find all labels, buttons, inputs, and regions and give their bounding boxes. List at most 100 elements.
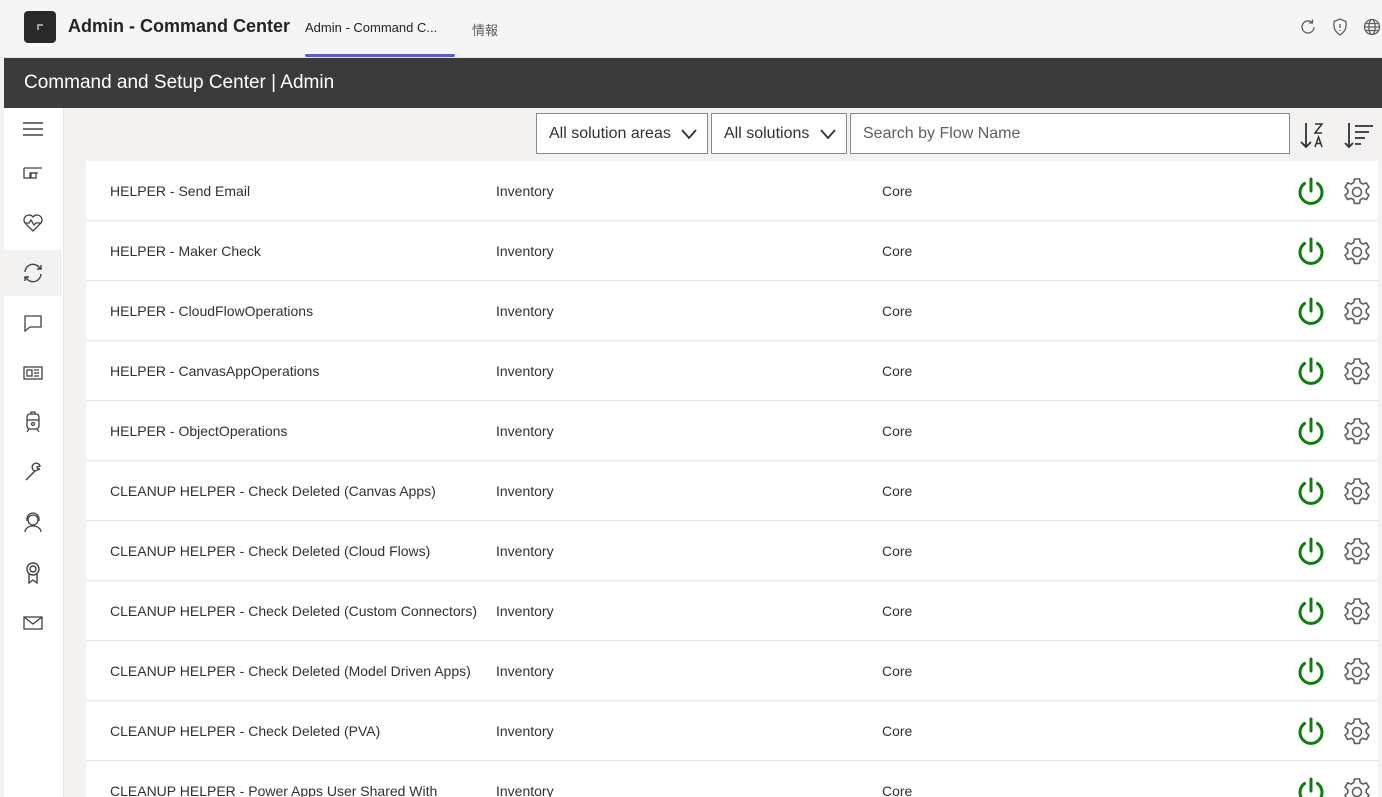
flow-name: CLEANUP HELPER - Check Deleted (Model Dr… [110,663,471,679]
solution-area-dropdown[interactable]: All solution areas [536,113,708,154]
flow-solution: Core [882,783,913,797]
globe-icon[interactable] [1362,17,1382,37]
flow-settings-button[interactable] [1340,295,1374,329]
flow-list: HELPER - Send Email Inventory Core HELPER -… [86,161,1378,797]
mail-icon[interactable] [4,600,62,646]
award-ribbon-icon[interactable] [4,550,62,596]
left-nav [4,108,64,797]
gear-icon [1344,658,1370,685]
flow-settings-button[interactable] [1340,595,1374,629]
tab-command-center[interactable]: Admin - Command C... [305,20,437,35]
flow-solution-area: Inventory [496,423,554,439]
flow-solution-area: Inventory [496,663,554,679]
flow-name: CLEANUP HELPER - Check Deleted (Custom C… [110,603,477,619]
flow-power-button[interactable] [1294,355,1328,389]
flow-solution: Core [882,483,913,499]
flow-power-button[interactable] [1294,415,1328,449]
flow-row: CLEANUP HELPER - Check Deleted (Canvas A… [86,461,1378,521]
flow-row: HELPER - Maker Check Inventory Core [86,221,1378,281]
flow-solution-area: Inventory [496,363,554,379]
flow-power-button[interactable] [1294,775,1328,797]
flow-name: HELPER - CanvasAppOperations [110,363,320,379]
gear-icon [1344,478,1370,505]
flow-settings-button[interactable] [1340,175,1374,209]
flow-solution-area: Inventory [496,603,554,619]
power-icon [1298,357,1324,385]
flow-settings-button[interactable] [1340,775,1374,797]
flow-solution: Core [882,303,913,319]
flow-name: CLEANUP HELPER - Power Apps User Shared … [110,783,438,797]
flow-power-button[interactable] [1294,535,1328,569]
train-icon[interactable] [4,400,62,446]
flow-solution: Core [882,543,913,559]
heart-pulse-icon[interactable] [4,200,62,246]
chevron-down-icon [820,129,836,140]
flow-settings-button[interactable] [1340,715,1374,749]
flow-solution-area: Inventory [496,783,554,797]
page-title: Command and Setup Center | Admin [24,72,335,93]
wrench-icon[interactable] [4,450,62,496]
flow-row: CLEANUP HELPER - Check Deleted (Model Dr… [86,641,1378,701]
solution-area-value: All solution areas [549,124,671,142]
flow-solution-area: Inventory [496,483,554,499]
sync-icon[interactable] [4,250,62,296]
flow-settings-button[interactable] [1340,235,1374,269]
hamburger-menu-icon[interactable] [4,106,62,152]
flow-solution-area: Inventory [496,303,554,319]
flow-settings-button[interactable] [1340,415,1374,449]
flow-power-button[interactable] [1294,295,1328,329]
flow-power-button[interactable] [1294,595,1328,629]
solution-dropdown[interactable]: All solutions [711,113,847,154]
power-icon [1298,777,1324,797]
power-icon [1298,237,1324,265]
chat-icon[interactable] [4,300,62,346]
support-agent-icon[interactable] [4,500,62,546]
flow-power-button[interactable] [1294,175,1328,209]
refresh-icon[interactable] [1298,17,1318,37]
flow-name: HELPER - ObjectOperations [110,423,288,439]
flow-solution-area: Inventory [496,723,554,739]
flow-name: HELPER - Send Email [110,183,251,199]
flow-solution-area: Inventory [496,243,554,259]
gear-icon [1344,298,1370,325]
gear-icon [1344,178,1370,205]
flow-row: HELPER - CanvasAppOperations Inventory Cor… [86,341,1378,401]
power-icon [1298,417,1324,445]
tab-info[interactable]: 情報 [472,20,498,39]
active-tab-indicator [305,54,455,57]
flow-settings-button[interactable] [1340,475,1374,509]
flow-name: HELPER - Maker Check [110,243,261,259]
flow-power-button[interactable] [1294,655,1328,689]
shield-icon[interactable] [1330,17,1350,37]
app-header: Admin - Command Center Admin - Command C… [0,0,1382,58]
flow-row: CLEANUP HELPER - Check Deleted (Cloud Fl… [86,521,1378,581]
flow-settings-button[interactable] [1340,355,1374,389]
flow-name: CLEANUP HELPER - Check Deleted (Canvas A… [110,483,436,499]
flow-power-button[interactable] [1294,235,1328,269]
news-icon[interactable] [4,350,62,396]
flow-name: CLEANUP HELPER - Check Deleted (Cloud Fl… [110,543,431,559]
power-icon [1298,177,1324,205]
flow-row: CLEANUP HELPER - Power Apps User Shared … [86,761,1378,797]
flow-row: HELPER - ObjectOperations Inventory Core [86,401,1378,461]
flow-search-input[interactable] [850,113,1290,154]
flow-settings-button[interactable] [1340,655,1374,689]
sort-options-button[interactable] [1342,118,1376,152]
flow-row: HELPER - Send Email Inventory Core [86,161,1378,221]
flow-name: CLEANUP HELPER - Check Deleted (PVA) [110,723,381,739]
flow-settings-button[interactable] [1340,535,1374,569]
power-icon [1298,297,1324,325]
power-icon [1298,537,1324,565]
flow-row: CLEANUP HELPER - Check Deleted (PVA) Inve… [86,701,1378,761]
solution-value: All solutions [724,124,810,142]
flow-power-button[interactable] [1294,715,1328,749]
sort-alphabetical-button[interactable] [1296,118,1330,152]
flow-power-button[interactable] [1294,475,1328,509]
flow-solution: Core [882,363,913,379]
flow-solution-area: Inventory [496,543,554,559]
flow-solution: Core [882,663,913,679]
dashboard-icon[interactable] [4,150,62,196]
flow-solution: Core [882,603,913,619]
power-icon [1298,477,1324,505]
gear-icon [1344,598,1370,625]
